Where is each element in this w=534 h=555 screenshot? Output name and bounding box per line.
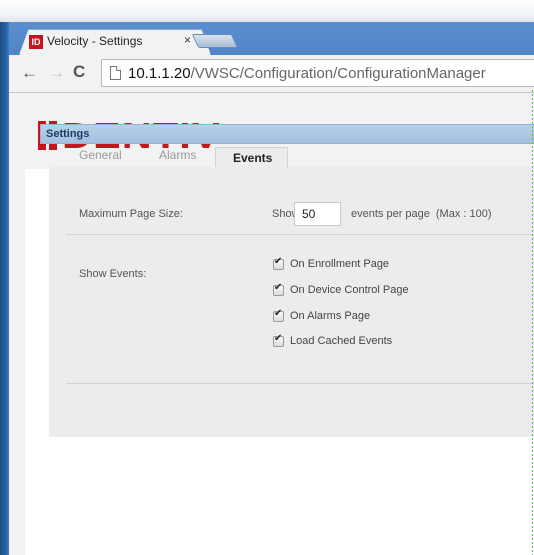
tab-alarms[interactable]: Alarms [159,148,196,162]
checkbox-label: On Device Control Page [290,284,409,296]
new-tab-button[interactable] [191,34,239,48]
tab-general[interactable]: General [79,148,122,162]
url-host: 10.1.1.20 [128,65,191,82]
checkbox-label: On Enrollment Page [290,258,390,270]
settings-tabs: General Alarms Events [40,144,534,167]
divider [66,383,534,384]
divider [66,234,534,235]
address-bar[interactable]: 10.1.1.20/VWSC/Configuration/Configurati… [101,59,534,87]
checkbox-load-cached-events[interactable]: Load Cached Events [273,333,393,348]
per-page-text: events per page (Max : 100) [351,208,492,220]
tab-strip: ID Velocity - Settings × [9,22,534,55]
events-form: Maximum Page Size: Show 50 events per pa… [49,167,534,437]
back-arrow-icon[interactable]: ← [21,64,38,82]
forward-arrow-icon[interactable]: → [48,64,65,82]
settings-header: Settings [40,124,534,144]
url-path: /VWSC/Configuration/ConfigurationManager [190,65,486,82]
max-hint: (Max : 100) [435,208,492,220]
checkbox[interactable] [273,282,284,296]
checkbox[interactable] [273,333,284,347]
checkbox-enrollment-page[interactable]: On Enrollment Page [273,256,390,271]
tab-events[interactable]: Events [215,147,288,167]
checkbox[interactable] [273,308,284,322]
checkbox[interactable] [273,256,284,270]
page-icon [110,66,121,80]
window-titlebar [0,0,534,22]
max-page-size-label: Maximum Page Size: [79,208,183,220]
checkbox-label: On Alarms Page [290,310,371,322]
page-size-input[interactable]: 50 [294,202,341,226]
close-tab-icon[interactable]: × [184,33,191,47]
per-page-label: events per page [351,208,430,220]
browser-toolbar: ← → C 10.1.1.20/VWSC/Configuration/Confi… [9,55,534,93]
tab-title: Velocity - Settings [47,34,143,48]
checkbox-label: Load Cached Events [290,335,393,347]
show-events-label: Show Events: [79,268,147,280]
checkbox-alarms-page[interactable]: On Alarms Page [273,308,371,323]
identiv-favicon-icon: ID [29,35,43,49]
checkbox-device-control-page[interactable]: On Device Control Page [273,282,409,297]
settings-title: Settings [46,128,90,140]
browser-window: ID Velocity - Settings × ← → C 10.1.1.20… [9,22,534,555]
tab-events-label: Events [233,151,273,165]
reload-icon[interactable]: C [73,63,85,81]
url-text: 10.1.1.20/VWSC/Configuration/Configurati… [128,65,486,82]
dashed-guide-line [532,90,533,555]
